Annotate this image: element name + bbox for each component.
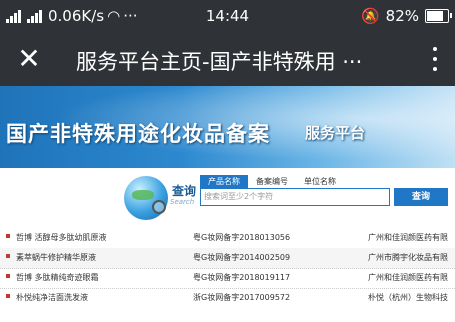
alarm-off-icon: 🔕 bbox=[360, 7, 380, 25]
search-area: 查询 Search 产品名称 备案编号 单位名称 搜索词至少2个字符 查询 bbox=[0, 168, 455, 228]
status-bar: 0.06K/s ◠ ··· 14:44 🔕 82% bbox=[0, 0, 455, 34]
product-name[interactable]: 素萃蜗牛修护精华原液 bbox=[16, 252, 96, 263]
product-name[interactable]: 哲博 活醇母多肽幼肌原液 bbox=[16, 232, 107, 243]
bullet-icon bbox=[6, 254, 10, 258]
close-icon[interactable]: ✕ bbox=[14, 44, 44, 74]
bullet-icon bbox=[6, 294, 10, 298]
battery-icon bbox=[425, 9, 452, 23]
more-vertical-icon[interactable] bbox=[429, 44, 441, 74]
list-item[interactable]: 哲博 活醇母多肽幼肌原液 粤G妆网备字2018013056 广州和佳润颜医药有限 bbox=[0, 228, 455, 249]
product-name[interactable]: 朴悦纯净洁面洗发液 bbox=[16, 292, 88, 303]
banner-subtitle: 服务平台 bbox=[305, 124, 366, 142]
record-number: 浙G妆网备字2017009572 bbox=[193, 293, 291, 302]
bullet-icon bbox=[6, 274, 10, 278]
status-right: 🔕 82% bbox=[360, 7, 452, 25]
tab-record-number[interactable]: 备案编号 bbox=[248, 175, 296, 188]
page-title: 服务平台主页-国产非特殊用 ··· bbox=[76, 50, 363, 74]
tab-company-name[interactable]: 单位名称 bbox=[296, 175, 344, 188]
tab-product-name[interactable]: 产品名称 bbox=[200, 175, 248, 188]
company-name: 广州市腾宇化妆品有限 bbox=[368, 253, 448, 262]
search-tabs: 产品名称 备案编号 单位名称 bbox=[200, 175, 344, 188]
search-sublabel: Search bbox=[170, 198, 195, 206]
list-item[interactable]: 朴悦纯净洁面洗发液 浙G妆网备字2017009572 朴悦（杭州）生物科技 bbox=[0, 288, 455, 308]
list-item[interactable]: 素萃蜗牛修护精华原液 粤G妆网备字2014002509 广州市腾宇化妆品有限 bbox=[0, 248, 455, 269]
magnifier-icon bbox=[152, 200, 166, 214]
search-button[interactable]: 查询 bbox=[394, 188, 448, 206]
product-name[interactable]: 哲博 多肽精纯奇迹眼霜 bbox=[16, 272, 99, 283]
search-label: 查询 bbox=[172, 184, 197, 198]
company-name: 朴悦（杭州）生物科技 bbox=[368, 293, 448, 302]
record-number: 粤G妆网备字2014002509 bbox=[193, 253, 291, 262]
record-number: 粤G妆网备字2018019117 bbox=[193, 273, 291, 282]
search-input[interactable]: 搜索词至少2个字符 bbox=[200, 188, 390, 206]
list-item[interactable]: 哲博 多肽精纯奇迹眼霜 粤G妆网备字2018019117 广州和佳润颜医药有限 bbox=[0, 268, 455, 289]
company-name: 广州和佳润颜医药有限 bbox=[368, 273, 448, 282]
battery-percent: 82% bbox=[385, 7, 419, 25]
banner-title: 国产非特殊用途化妆品备案 bbox=[6, 122, 270, 146]
site-banner: 国产非特殊用途化妆品备案 服务平台 bbox=[0, 86, 455, 168]
app-bar: ✕ 服务平台主页-国产非特殊用 ··· bbox=[0, 34, 455, 86]
record-number: 粤G妆网备字2018013056 bbox=[193, 233, 291, 242]
bullet-icon bbox=[6, 234, 10, 238]
company-name: 广州和佳润颜医药有限 bbox=[368, 233, 448, 242]
